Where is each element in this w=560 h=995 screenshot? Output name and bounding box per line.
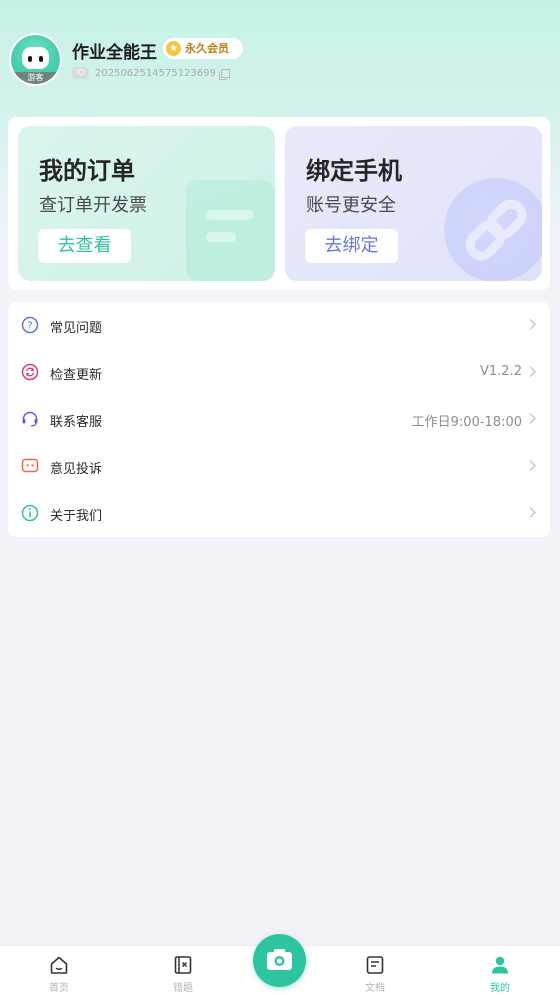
- headset-icon: [22, 411, 38, 427]
- camera-button[interactable]: [253, 934, 306, 987]
- home-icon: [50, 956, 68, 974]
- guest-badge: 游客: [11, 72, 60, 84]
- orders-subtitle: 查订单开发票: [39, 195, 147, 216]
- user-id: 2025062514575123699: [95, 67, 216, 79]
- chevron-right-icon: [529, 507, 536, 518]
- feedback-icon: [21, 458, 39, 473]
- view-orders-button[interactable]: 去查看: [38, 229, 131, 263]
- user-profile[interactable]: 游客 作业全能王 ★ 永久会员 ID 2025062514575123699: [9, 31, 549, 87]
- document-decoration-icon: [186, 180, 275, 281]
- menu-label: 常见问题: [50, 321, 103, 336]
- my-orders-card[interactable]: 我的订单 查订单开发票 去查看: [18, 126, 275, 281]
- quick-cards: 我的订单 查订单开发票 去查看 绑定手机 账号更安全 去绑定: [8, 117, 550, 290]
- tab-home[interactable]: 首页: [19, 946, 99, 995]
- version-value: V1.2.2: [480, 364, 522, 379]
- svg-text:?: ?: [27, 321, 32, 332]
- menu-label: 联系客服: [50, 415, 103, 430]
- chevron-right-icon: [529, 366, 536, 377]
- chevron-right-icon: [529, 319, 536, 330]
- link-decoration-icon: [444, 178, 542, 281]
- tab-mistakes[interactable]: 错题: [143, 946, 223, 995]
- bind-phone-card[interactable]: 绑定手机 账号更安全 去绑定: [285, 126, 542, 281]
- tab-label: 首页: [49, 983, 69, 994]
- camera-icon: [267, 949, 292, 970]
- phone-subtitle: 账号更安全: [306, 195, 396, 216]
- menu-label: 意见投诉: [50, 462, 103, 477]
- vip-badge[interactable]: ★ 永久会员: [163, 38, 243, 59]
- menu-label: 检查更新: [50, 368, 103, 383]
- service-hours: 工作日9:00-18:00: [411, 415, 522, 430]
- tab-mine[interactable]: 我的: [460, 946, 540, 995]
- orders-title: 我的订单: [39, 157, 135, 185]
- tab-label: 错题: [173, 983, 193, 994]
- vip-label: 永久会员: [185, 42, 229, 55]
- id-tag: ID: [72, 67, 89, 79]
- avatar[interactable]: 游客: [9, 33, 62, 86]
- question-icon: ?: [21, 316, 39, 334]
- person-icon: [492, 956, 508, 974]
- menu-item-check-update[interactable]: 检查更新 V1.2.2: [8, 349, 550, 396]
- settings-menu: ? 常见问题 检查更新 V1.2.2 联系客服 工作日9:00-18:00 意见…: [8, 302, 550, 537]
- tab-label: 我的: [490, 983, 510, 994]
- mistake-book-icon: [174, 956, 192, 974]
- user-id-row: ID 2025062514575123699: [72, 67, 230, 80]
- menu-item-customer-service[interactable]: 联系客服 工作日9:00-18:00: [8, 396, 550, 443]
- copy-icon[interactable]: [218, 68, 230, 80]
- menu-item-faq[interactable]: ? 常见问题: [8, 302, 550, 349]
- info-icon: [21, 504, 39, 522]
- bind-phone-button[interactable]: 去绑定: [305, 229, 398, 263]
- menu-item-feedback[interactable]: 意见投诉: [8, 443, 550, 490]
- username: 作业全能王: [72, 43, 157, 63]
- menu-item-about[interactable]: 关于我们: [8, 490, 550, 537]
- chevron-right-icon: [529, 413, 536, 424]
- star-icon: ★: [166, 41, 181, 56]
- tab-documents[interactable]: 文档: [335, 946, 415, 995]
- chevron-right-icon: [529, 460, 536, 471]
- tab-label: 文档: [365, 983, 385, 994]
- phone-title: 绑定手机: [306, 157, 402, 185]
- document-icon: [366, 956, 384, 974]
- menu-label: 关于我们: [50, 509, 103, 524]
- refresh-icon: [21, 363, 39, 381]
